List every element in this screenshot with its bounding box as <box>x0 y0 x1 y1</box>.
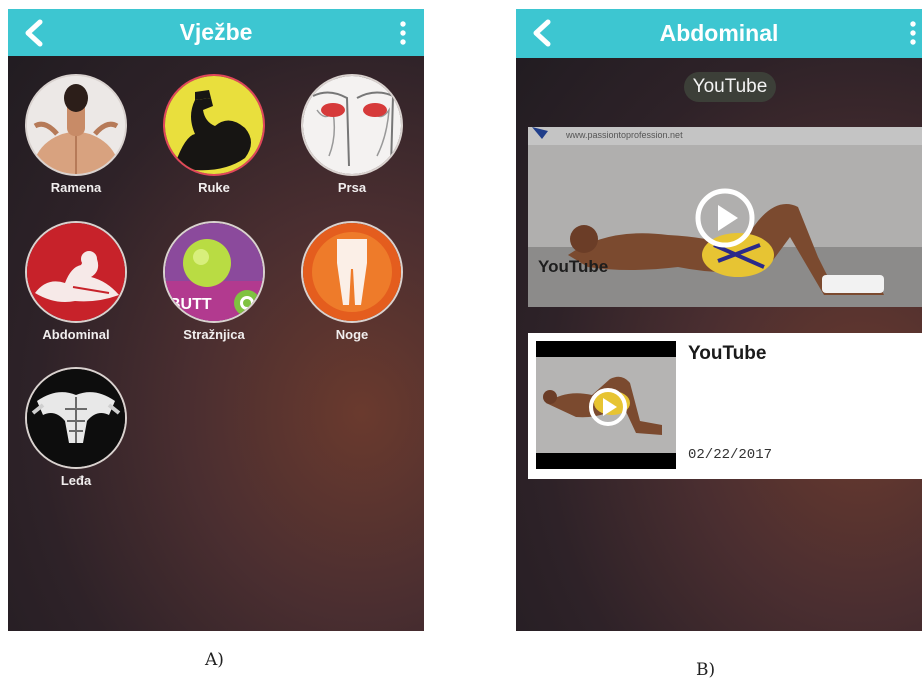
shoulders-icon <box>25 74 127 176</box>
tile-label: Ramena <box>50 180 102 195</box>
exercise-tile-arms[interactable]: Ruke <box>160 74 268 195</box>
youtube-label: YouTube <box>538 257 609 276</box>
caption-b: B) <box>696 660 716 680</box>
tile-label: Prsa <box>337 180 367 195</box>
video-card-thumbnail <box>536 341 676 469</box>
back-muscles-icon <box>25 367 127 469</box>
video-card-date: 02/22/2017 <box>688 447 773 463</box>
exercise-tile-legs[interactable]: Noge <box>298 221 406 342</box>
more-options-icon[interactable] <box>910 21 916 45</box>
exercise-tile-chest[interactable]: Prsa <box>298 74 406 195</box>
legs-icon <box>301 221 403 323</box>
video-card[interactable]: YouTube 02/22/2017 <box>528 333 922 479</box>
more-options-icon[interactable] <box>400 21 406 45</box>
featured-video[interactable]: www.passiontoprofession.net YouTube <box>528 127 922 307</box>
butt-icon: BUTT <box>163 221 265 323</box>
video-card-title: YouTube <box>688 343 767 364</box>
page-title: Abdominal <box>659 20 779 46</box>
tile-label: Stražnjica <box>183 327 245 342</box>
page-title: Vježbe <box>179 19 253 45</box>
video-watermark: www.passiontoprofession.net <box>566 130 683 140</box>
tile-label: Ruke <box>198 180 230 195</box>
screen-a-exercises: Vježbe Ramena Ruke Prsa Abdominal BUTT S… <box>8 9 424 631</box>
tile-label: Noge <box>335 327 369 342</box>
exercise-tile-abdominal[interactable]: Abdominal <box>22 221 130 342</box>
exercise-tile-back[interactable]: Leđa <box>22 367 130 488</box>
svg-text:BUTT: BUTT <box>169 296 212 313</box>
abdominal-icon <box>25 221 127 323</box>
chest-icon <box>301 74 403 176</box>
app-bar: Vježbe <box>8 9 424 56</box>
tile-label: Abdominal <box>42 327 110 342</box>
tile-label: Leđa <box>60 473 92 488</box>
play-icon[interactable] <box>588 387 628 427</box>
exercise-tile-shoulders[interactable]: Ramena <box>22 74 130 195</box>
caption-a: A) <box>205 650 224 670</box>
screen-b-abdominal: Abdominal YouTube www.passiontoprofessio… <box>516 9 922 631</box>
app-bar: Abdominal <box>516 9 922 58</box>
source-pill: YouTube <box>684 72 776 102</box>
exercise-tile-glutes[interactable]: BUTT Stražnjica <box>160 221 268 342</box>
biceps-icon <box>163 74 265 176</box>
play-icon[interactable] <box>694 187 756 249</box>
